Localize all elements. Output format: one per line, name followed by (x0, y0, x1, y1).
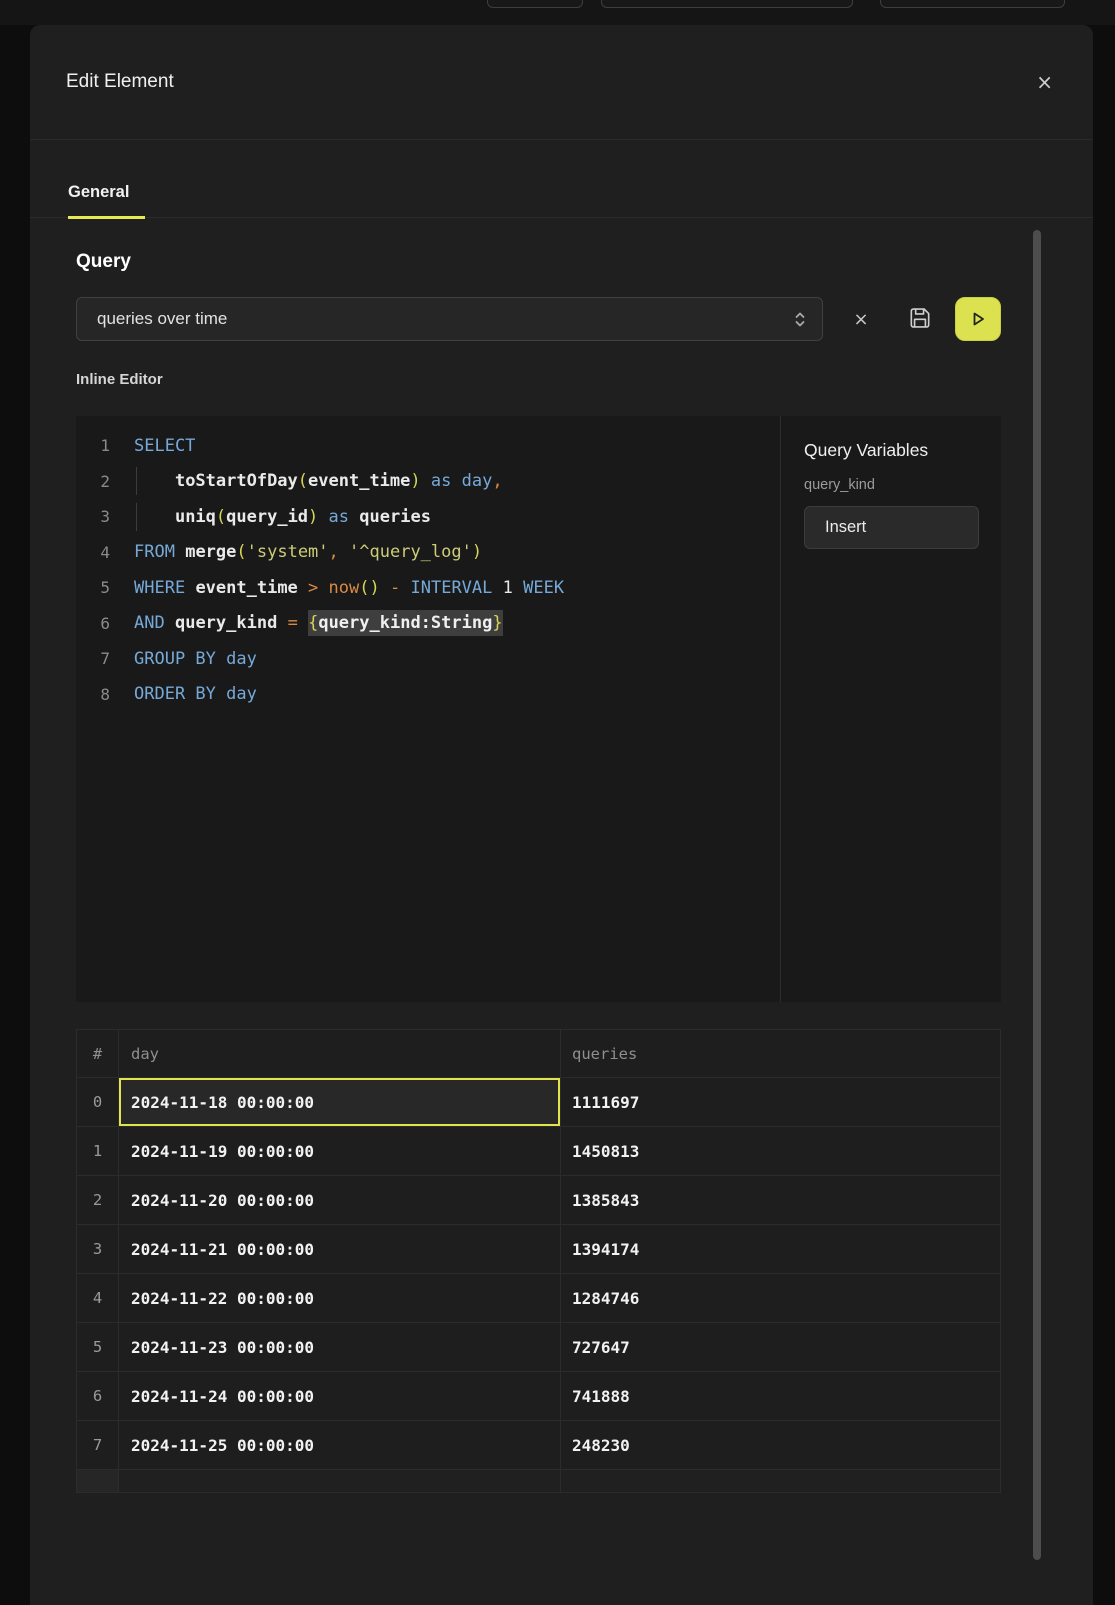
cell-day[interactable]: 2024-11-21 00:00:00 (119, 1225, 561, 1273)
table-row: 52024-11-23 00:00:00727647 (77, 1323, 1000, 1372)
play-icon (968, 309, 988, 329)
row-index: 5 (77, 1323, 119, 1371)
sql-editor: 1 SELECT 2 toStartOfDay(event_time) as day… (76, 416, 1001, 1002)
run-query-button[interactable] (955, 297, 1001, 341)
line-number: 6 (76, 614, 110, 633)
save-icon (907, 305, 933, 334)
row-index: 2 (77, 1176, 119, 1224)
row-index: 3 (77, 1225, 119, 1273)
cell-queries[interactable]: 1394174 (561, 1225, 1000, 1273)
variable-name-label: query_kind (804, 477, 1001, 493)
table-header-row: #dayqueries (77, 1030, 1000, 1078)
line-number: 1 (76, 436, 110, 455)
modal-body: Query queries over time × (30, 251, 1093, 1493)
cell-day[interactable]: 2024-11-22 00:00:00 (119, 1274, 561, 1322)
code-text: GROUP BY day (134, 649, 257, 669)
cell-queries[interactable]: 727647 (561, 1323, 1000, 1371)
code-text: ORDER BY day (134, 684, 257, 704)
table-row: 72024-11-25 00:00:00248230 (77, 1421, 1000, 1470)
code-text: toStartOfDay(event_time) as day, (134, 471, 503, 491)
cell-queries[interactable]: 248230 (561, 1421, 1000, 1469)
footer-queries-cell (561, 1470, 1000, 1492)
column-header-queries: queries (561, 1030, 1000, 1077)
tab-general[interactable]: General (68, 183, 145, 219)
modal-header: Edit Element × (30, 25, 1093, 140)
row-index: 0 (77, 1078, 119, 1126)
background-toolbar (0, 0, 1115, 25)
code-line: 6 AND query_kind = {query_kind:String} (76, 606, 780, 642)
row-index: 7 (77, 1421, 119, 1469)
code-text: WHERE event_time > now() - INTERVAL 1 WE… (134, 578, 564, 598)
code-line: 2 toStartOfDay(event_time) as day, (76, 464, 780, 500)
code-text: AND query_kind = {query_kind:String} (134, 613, 503, 633)
chevron-updown-icon (794, 311, 806, 328)
indent-guide (136, 503, 137, 531)
inline-editor-label: Inline Editor (76, 371, 1001, 388)
code-text: FROM merge('system', '^query_log') (134, 542, 482, 562)
row-index: 1 (77, 1127, 119, 1175)
save-query-button[interactable] (905, 297, 935, 341)
insert-variable-button[interactable]: Insert (804, 506, 979, 549)
table-row: 62024-11-24 00:00:00741888 (77, 1372, 1000, 1421)
results-table: #dayqueries 02024-11-18 00:00:0011116971… (76, 1029, 1001, 1493)
line-number: 5 (76, 578, 110, 597)
row-index: 6 (77, 1372, 119, 1420)
footer-index-cell (77, 1470, 119, 1492)
cell-day[interactable]: 2024-11-20 00:00:00 (119, 1176, 561, 1224)
table-row: 22024-11-20 00:00:001385843 (77, 1176, 1000, 1225)
cell-queries[interactable]: 1385843 (561, 1176, 1000, 1224)
line-number: 4 (76, 543, 110, 562)
query-select[interactable]: queries over time (76, 297, 823, 341)
code-text: SELECT (134, 436, 195, 456)
column-header-idx: # (77, 1030, 119, 1077)
table-footer-row (77, 1470, 1000, 1492)
code-line: 8 ORDER BY day (76, 677, 780, 713)
close-button[interactable]: × (1036, 72, 1053, 92)
query-variables-heading: Query Variables (804, 440, 1001, 461)
code-lines: 1 SELECT 2 toStartOfDay(event_time) as day… (76, 428, 780, 712)
cell-day[interactable]: 2024-11-23 00:00:00 (119, 1323, 561, 1371)
tab-bar: General (30, 140, 1093, 218)
query-select-value: queries over time (97, 309, 227, 329)
toolbar-button[interactable] (487, 0, 583, 8)
toolbar-button[interactable] (601, 0, 853, 8)
cell-queries[interactable]: 1111697 (561, 1078, 1000, 1126)
table-body: 02024-11-18 00:00:00111169712024-11-19 0… (77, 1078, 1000, 1470)
line-number: 7 (76, 649, 110, 668)
modal-scrollbar[interactable] (1033, 230, 1041, 1560)
indent-guide (136, 467, 137, 495)
line-number: 8 (76, 685, 110, 704)
code-editor[interactable]: 1 SELECT 2 toStartOfDay(event_time) as day… (76, 416, 780, 1002)
table-row: 12024-11-19 00:00:001450813 (77, 1127, 1000, 1176)
modal-title: Edit Element (66, 71, 174, 93)
cell-queries[interactable]: 1450813 (561, 1127, 1000, 1175)
code-line: 4 FROM merge('system', '^query_log') (76, 535, 780, 571)
cell-day[interactable]: 2024-11-18 00:00:00 (119, 1078, 561, 1126)
clear-query-button[interactable]: × (847, 297, 875, 341)
code-text: uniq(query_id) as queries (134, 507, 431, 527)
query-select-row: queries over time × (76, 297, 1001, 341)
column-header-day: day (119, 1030, 561, 1077)
cell-queries[interactable]: 741888 (561, 1372, 1000, 1420)
code-line: 1 SELECT (76, 428, 780, 464)
edit-element-modal: Edit Element × General Query queries ove… (30, 25, 1093, 1605)
query-section-heading: Query (76, 251, 1001, 273)
toolbar-button[interactable] (880, 0, 1065, 8)
code-line: 7 GROUP BY day (76, 641, 780, 677)
table-row: 02024-11-18 00:00:001111697 (77, 1078, 1000, 1127)
query-variables-panel: Query Variables query_kind Insert (780, 416, 1001, 1002)
footer-day-cell (119, 1470, 561, 1492)
code-line: 3 uniq(query_id) as queries (76, 499, 780, 535)
row-index: 4 (77, 1274, 119, 1322)
cell-day[interactable]: 2024-11-25 00:00:00 (119, 1421, 561, 1469)
table-row: 42024-11-22 00:00:001284746 (77, 1274, 1000, 1323)
line-number: 3 (76, 507, 110, 526)
table-row: 32024-11-21 00:00:001394174 (77, 1225, 1000, 1274)
cell-day[interactable]: 2024-11-24 00:00:00 (119, 1372, 561, 1420)
cell-queries[interactable]: 1284746 (561, 1274, 1000, 1322)
cell-day[interactable]: 2024-11-19 00:00:00 (119, 1127, 561, 1175)
line-number: 2 (76, 472, 110, 491)
code-line: 5 WHERE event_time > now() - INTERVAL 1 W… (76, 570, 780, 606)
